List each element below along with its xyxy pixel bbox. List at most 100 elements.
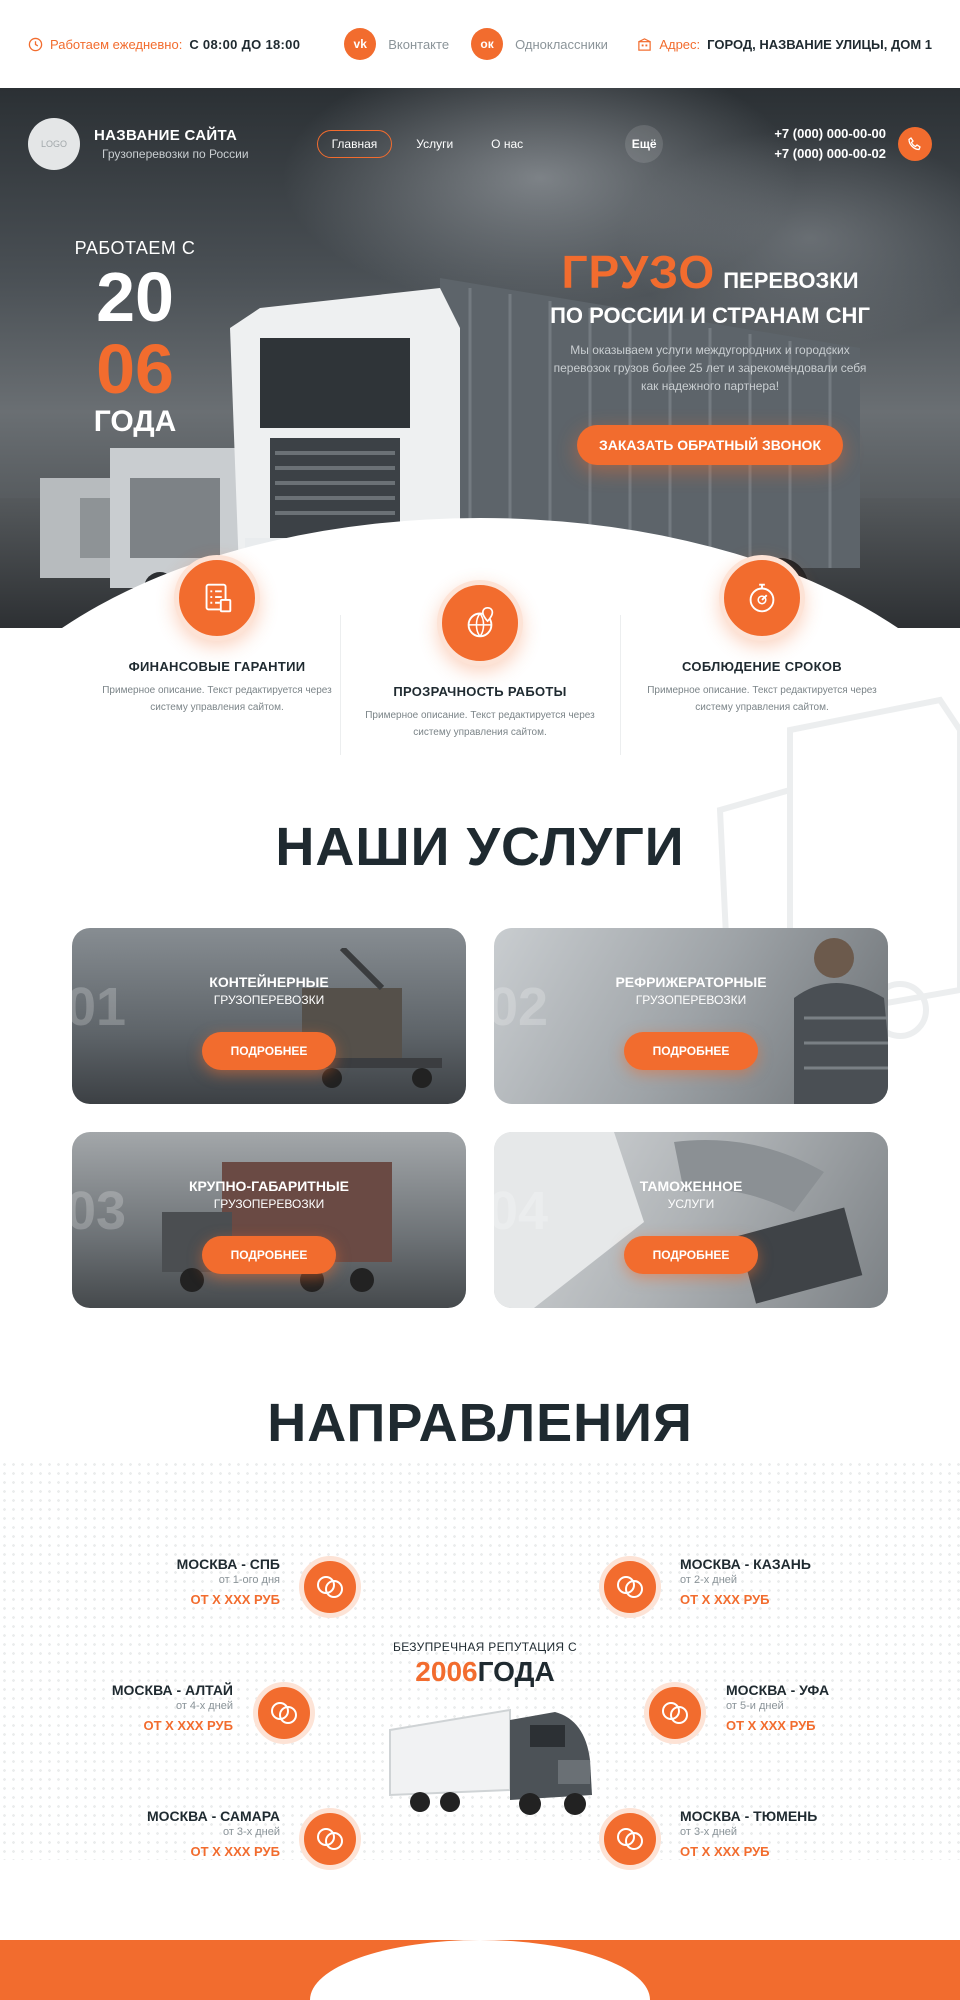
- container-truck-image: [302, 948, 442, 1088]
- address-label: Адрес:: [659, 36, 701, 52]
- vk-icon[interactable]: vk: [344, 28, 377, 60]
- reputation-year: 2006: [415, 1656, 478, 1687]
- route-price: ОТ Х ХХХ РУБ: [680, 1844, 770, 1859]
- heavy-truck-image: [162, 1162, 392, 1292]
- working-hours: Работаем ежедневно: С 08:00 ДО 18:00: [28, 37, 300, 52]
- address: Адрес: ГОРОД, НАЗВАНИЕ УЛИЦЫ, ДОМ 1: [637, 37, 932, 52]
- more-button[interactable]: ПОДРОБНЕЕ: [624, 1032, 758, 1070]
- map-pins-icon: [599, 1556, 661, 1618]
- route-duration: от 3-х дней: [680, 1826, 738, 1838]
- hero-title-accent: ГРУЗО: [561, 246, 716, 298]
- directions-title: НАПРАВЛЕНИЯ: [267, 1393, 693, 1453]
- map-pins-icon: [644, 1682, 706, 1744]
- hero-title-rest: ПЕРЕВОЗКИ: [723, 268, 859, 293]
- route-name: МОСКВА - ТЮМЕНЬ: [680, 1808, 818, 1824]
- callback-button[interactable]: ЗАКАЗАТЬ ОБРАТНЫЙ ЗВОНОК: [577, 425, 843, 465]
- footer-band: [0, 1940, 960, 2000]
- service-title: ТАМОЖЕННОЕ: [639, 1178, 743, 1194]
- since-year-first: 20: [96, 258, 174, 336]
- hero-description: Мы оказываем услуги междугородних и горо…: [553, 343, 867, 393]
- route-price: ОТ Х ХХХ РУБ: [190, 1844, 280, 1859]
- route-duration: от 1-ого дня: [218, 1574, 280, 1586]
- map-pins-icon: [599, 1808, 661, 1870]
- services-title: НАШИ УСЛУГИ: [275, 817, 685, 877]
- service-title: РЕФРИЖЕРАТОРНЫЕ: [615, 974, 767, 990]
- semi-truck-image: [389, 1708, 592, 1815]
- route-name: МОСКВА - КАЗАНЬ: [680, 1556, 811, 1572]
- service-title: КРУПНО-ГАБАРИТНЫЕ: [188, 1178, 350, 1194]
- main-nav: Главная Услуги О нас: [316, 130, 538, 158]
- logo[interactable]: LOGO: [28, 118, 80, 170]
- nav-item-services[interactable]: Услуги: [402, 131, 467, 157]
- route-moscow-samara[interactable]: МОСКВА - САМАРА от 3-х дней ОТ Х ХХХ РУБ: [20, 1808, 280, 1859]
- odnoklassniki-icon[interactable]: ок: [471, 28, 504, 60]
- more-menu-button[interactable]: Ещё: [625, 125, 664, 163]
- since-year-second: 06: [96, 330, 174, 408]
- site-tagline: Грузоперевозки по России: [102, 147, 249, 161]
- more-button[interactable]: ПОДРОБНЕЕ: [202, 1032, 336, 1070]
- route-moscow-kazan[interactable]: МОСКВА - КАЗАНЬ от 2-х дней ОТ Х ХХХ РУБ: [680, 1556, 940, 1607]
- route-name: МОСКВА - АЛТАЙ: [111, 1682, 233, 1698]
- route-duration: от 3-х дней: [222, 1826, 280, 1838]
- hero-title: ГРУЗО ПЕРЕВОЗКИ: [510, 245, 910, 299]
- stopwatch-icon: [719, 555, 805, 641]
- map-pins-icon: [253, 1682, 315, 1744]
- service-card-containers[interactable]: 01 КОНТЕЙНЕРНЫЕ ГРУЗОПЕРЕВОЗКИ ПОДРОБНЕЕ: [72, 928, 466, 1104]
- globe-pin-icon: [437, 580, 523, 666]
- reputation-block: БЕЗУПРЕЧНАЯ РЕПУТАЦИЯ С 2006ГОДА: [380, 1640, 590, 1688]
- office-image: [494, 1132, 863, 1308]
- phone-numbers: +7 (000) 000-00-00 +7 (000) 000-00-02: [774, 124, 886, 164]
- worker-image: [794, 938, 888, 1104]
- site-title-block: НАЗВАНИЕ САЙТА Грузоперевозки по России: [94, 127, 249, 161]
- service-title: КОНТЕЙНЕРНЫЕ: [209, 974, 329, 990]
- route-price: ОТ Х ХХХ РУБ: [680, 1592, 770, 1607]
- route-moscow-altai[interactable]: МОСКВА - АЛТАЙ от 4-х дней ОТ Х ХХХ РУБ: [0, 1682, 233, 1733]
- service-card-oversized[interactable]: 03 КРУПНО-ГАБАРИТНЫЕ ГРУЗОПЕРЕВОЗКИ ПОДР…: [72, 1132, 466, 1308]
- service-subtitle: ГРУЗОПЕРЕВОЗКИ: [213, 993, 325, 1007]
- nav-item-about[interactable]: О нас: [477, 131, 537, 157]
- since-suffix: ГОДА: [93, 405, 177, 438]
- ok-link[interactable]: Одноклассники: [515, 37, 608, 52]
- phone-icon[interactable]: [898, 127, 932, 161]
- reputation-label: БЕЗУПРЕЧНАЯ РЕПУТАЦИЯ С: [393, 1640, 577, 1654]
- route-duration: от 4-х дней: [175, 1700, 233, 1712]
- nav-item-home[interactable]: Главная: [316, 130, 393, 158]
- phone-2[interactable]: +7 (000) 000-00-02: [774, 144, 886, 164]
- social-links: vk Вконтакте ок Одноклассники: [344, 28, 618, 60]
- route-price: ОТ Х ХХХ РУБ: [143, 1718, 233, 1733]
- feature-title: СОБЛЮДЕНИЕ СРОКОВ: [682, 659, 842, 674]
- building-icon: [638, 37, 652, 51]
- more-button[interactable]: ПОДРОБНЕЕ: [202, 1236, 336, 1274]
- feature-transparency: ПРОЗРАЧНОСТЬ РАБОТЫ Примерное описание. …: [360, 580, 600, 741]
- map-pins-icon: [299, 1556, 361, 1618]
- reputation-year-line: 2006ГОДА: [380, 1656, 590, 1688]
- service-subtitle: ГРУЗОПЕРЕВОЗКИ: [635, 993, 747, 1007]
- more-button[interactable]: ПОДРОБНЕЕ: [624, 1236, 758, 1274]
- service-subtitle: УСЛУГИ: [667, 1197, 715, 1211]
- route-name: МОСКВА - САМАРА: [146, 1808, 280, 1824]
- route-price: ОТ Х ХХХ РУБ: [726, 1718, 816, 1733]
- hours-label: Работаем ежедневно:: [50, 36, 183, 52]
- site-name: НАЗВАНИЕ САЙТА: [94, 127, 238, 144]
- hours-value: С 08:00 ДО 18:00: [189, 36, 301, 52]
- service-card-customs[interactable]: 04 ТАМОЖЕННОЕ УСЛУГИ ПОДРОБНЕЕ: [494, 1132, 888, 1308]
- checklist-icon: [174, 555, 260, 641]
- hero-subtitle: ПО РОССИИ И СТРАНАМ СНГ: [550, 303, 870, 328]
- route-name: МОСКВА - СПБ: [176, 1556, 280, 1572]
- feature-financial: ФИНАНСОВЫЕ ГАРАНТИИ Примерное описание. …: [97, 555, 337, 716]
- route-duration: от 5-и дней: [726, 1700, 784, 1712]
- route-moscow-spb[interactable]: МОСКВА - СПБ от 1-ого дня ОТ Х ХХХ РУБ: [20, 1556, 280, 1607]
- since-label: РАБОТАЕМ С: [74, 238, 196, 258]
- route-moscow-ufa[interactable]: МОСКВА - УФА от 5-и дней ОТ Х ХХХ РУБ: [726, 1682, 960, 1733]
- site-header: LOGO НАЗВАНИЕ САЙТА Грузоперевозки по Ро…: [28, 117, 932, 171]
- service-card-refrigerated[interactable]: 02 РЕФРИЖЕРАТОРНЫЕ ГРУЗОПЕРЕВОЗКИ ПОДРОБ…: [494, 928, 888, 1104]
- reputation-suffix: ГОДА: [477, 1656, 555, 1687]
- clock-icon: [28, 37, 43, 51]
- feature-title: ФИНАНСОВЫЕ ГАРАНТИИ: [128, 659, 306, 674]
- route-moscow-tyumen[interactable]: МОСКВА - ТЮМЕНЬ от 3-х дней ОТ Х ХХХ РУБ: [680, 1808, 940, 1859]
- phone-1[interactable]: +7 (000) 000-00-00: [774, 124, 886, 144]
- vk-link[interactable]: Вконтакте: [388, 37, 449, 52]
- top-bar: Работаем ежедневно: С 08:00 ДО 18:00 vk …: [0, 0, 960, 88]
- feature-description: Примерное описание. Текст редактируется …: [102, 685, 332, 713]
- divider: [340, 615, 341, 755]
